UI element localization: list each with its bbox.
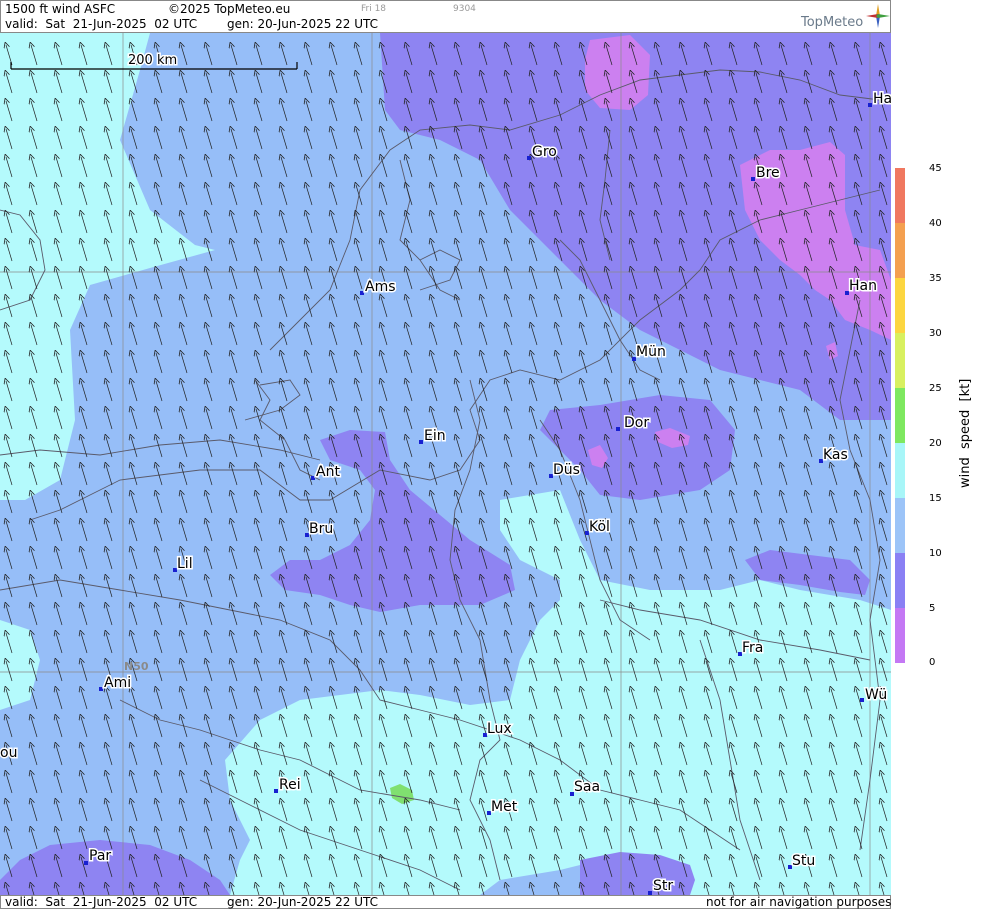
city-label-rei: Rei bbox=[279, 777, 301, 793]
city-label-ha: Ha bbox=[873, 91, 891, 107]
valid-time: valid: Sat 21-Jun-2025 02 UTC bbox=[5, 17, 198, 31]
city-label-bru: Bru bbox=[309, 521, 333, 537]
city-label-ein: Ein bbox=[424, 428, 446, 444]
footer-gen-time: gen: 20-Jun-2025 22 UTC bbox=[227, 895, 379, 909]
city-label-ams: Ams bbox=[365, 279, 396, 295]
city-label-gro: Gro bbox=[532, 144, 557, 160]
city-label-kas: Kas bbox=[823, 447, 848, 463]
legend-tick: 15 bbox=[929, 493, 942, 504]
latitude-label: N50 bbox=[124, 660, 149, 673]
legend-tick: 10 bbox=[929, 548, 942, 559]
city-label-wu: Wü bbox=[865, 687, 887, 703]
city-label-kol: Köl bbox=[589, 519, 610, 535]
legend-tick: 0 bbox=[929, 657, 936, 668]
city-label-lux: Lux bbox=[487, 721, 512, 737]
header-bar: 1500 ft wind ASFC ©2025 TopMeteo.eu Fri … bbox=[0, 0, 891, 33]
city-label-dus: Düs bbox=[553, 462, 580, 478]
legend-tick: 40 bbox=[929, 218, 942, 229]
footer-valid-time: valid: Sat 21-Jun-2025 02 UTC bbox=[5, 895, 198, 909]
product-title: 1500 ft wind ASFC bbox=[5, 2, 116, 16]
city-label-dor: Dor bbox=[624, 415, 649, 431]
compass-logo-icon bbox=[866, 4, 890, 28]
legend-title: wind speed [kt] bbox=[958, 378, 973, 488]
scale-label: 200 km bbox=[128, 53, 177, 68]
city-label-ou: ou bbox=[0, 745, 17, 761]
city-label-han: Han bbox=[849, 278, 877, 294]
brand-logo-text: TopMeteo bbox=[801, 15, 864, 30]
wind-map[interactable]: 200 km N50 Gro Bre Ha Ams Han Mün Dor Ei… bbox=[0, 33, 891, 895]
legend-tick: 35 bbox=[929, 273, 942, 284]
legend-tick: 20 bbox=[929, 438, 942, 449]
day-label: Fri 18 bbox=[361, 4, 387, 14]
city-label-saa: Saa bbox=[574, 779, 600, 795]
legend-tick: 30 bbox=[929, 328, 942, 339]
city-label-lil: Lil bbox=[177, 556, 193, 572]
city-label-str: Str bbox=[653, 878, 673, 894]
legend-color-bar bbox=[895, 168, 905, 663]
legend-tick: 25 bbox=[929, 383, 942, 394]
city-label-stu: Stu bbox=[792, 853, 815, 869]
city-label-ant: Ant bbox=[316, 464, 340, 480]
city-label-mun: Mün bbox=[636, 344, 666, 360]
disclaimer: not for air navigation purposes bbox=[706, 895, 892, 909]
copyright: ©2025 TopMeteo.eu bbox=[168, 2, 291, 16]
legend-tick: 45 bbox=[929, 163, 942, 174]
city-label-ami: Ami bbox=[104, 675, 131, 691]
city-label-fra: Fra bbox=[742, 640, 763, 656]
code-label: 9304 bbox=[453, 4, 476, 14]
footer-bar: valid: Sat 21-Jun-2025 02 UTC gen: 20-Ju… bbox=[0, 895, 891, 909]
city-label-met: Met bbox=[491, 799, 518, 815]
gen-time: gen: 20-Jun-2025 22 UTC bbox=[227, 17, 379, 31]
legend-tick: 5 bbox=[929, 603, 936, 614]
city-label-par: Par bbox=[89, 848, 111, 864]
city-label-bre: Bre bbox=[756, 165, 780, 181]
wind-zone-0-5kt-north bbox=[585, 35, 650, 110]
